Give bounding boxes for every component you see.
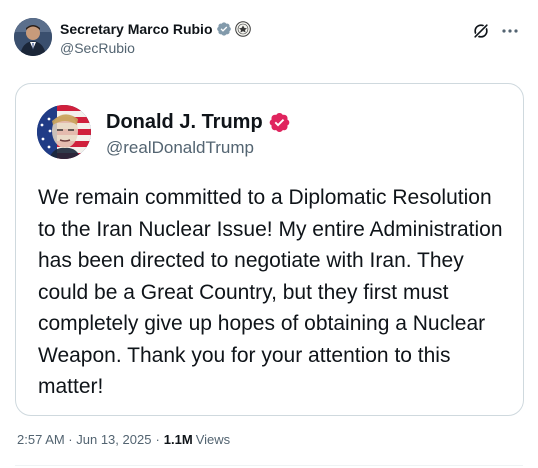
quoted-post-card[interactable]: Donald J. Trump @realDonaldTrump We rema…: [15, 83, 524, 416]
views-count: 1.1M: [163, 432, 193, 447]
quoted-author-handle[interactable]: @realDonaldTrump: [106, 138, 291, 158]
quoted-author-block: Donald J. Trump @realDonaldTrump: [106, 110, 291, 158]
quoted-author-name[interactable]: Donald J. Trump: [106, 111, 263, 134]
meta-separator: ·: [155, 432, 160, 447]
author-name[interactable]: Secretary Marco Rubio: [60, 21, 213, 37]
grok-icon[interactable]: [472, 22, 490, 40]
government-seal-icon: [234, 21, 251, 37]
post-meta: 2:57 AM · Jun 13, 2025 · 1.1M Views: [17, 432, 230, 447]
verified-badge-icon: [216, 22, 231, 36]
quoted-author-name-row: Donald J. Trump: [106, 110, 291, 134]
quoted-author-avatar[interactable]: [37, 105, 91, 159]
quoted-post-text: We remain committed to a Diplomatic Reso…: [38, 186, 503, 398]
author-name-row: Secretary Marco Rubio: [60, 20, 251, 38]
verified-badge-icon: [269, 112, 290, 132]
header-actions: [472, 22, 520, 40]
quoted-avatar-image: [37, 105, 91, 159]
post-header: Secretary Marco Rubio @SecRubio: [14, 18, 524, 58]
author-handle[interactable]: @SecRubio: [60, 40, 251, 56]
avatar[interactable]: [14, 18, 52, 56]
post-timestamp[interactable]: 2:57 AM · Jun 13, 2025: [17, 432, 151, 447]
more-options-icon[interactable]: [500, 22, 520, 40]
author-block: Secretary Marco Rubio @SecRubio: [60, 20, 251, 56]
views-label: Views: [195, 432, 231, 447]
author-avatar-image: [14, 18, 52, 56]
divider: [15, 465, 523, 466]
